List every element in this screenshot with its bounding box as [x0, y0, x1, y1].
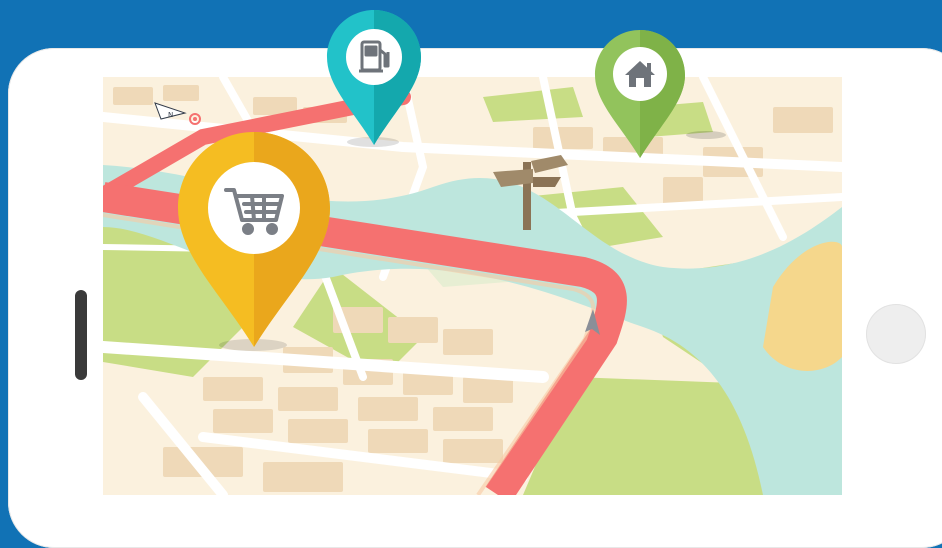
home-location-pin[interactable]: [595, 30, 685, 158]
shopping-location-pin[interactable]: [178, 132, 330, 347]
svg-text:N: N: [168, 111, 173, 119]
phone-speaker: [75, 290, 87, 380]
fuel-station-pin[interactable]: [327, 10, 421, 145]
phone-home-button: [866, 304, 926, 364]
